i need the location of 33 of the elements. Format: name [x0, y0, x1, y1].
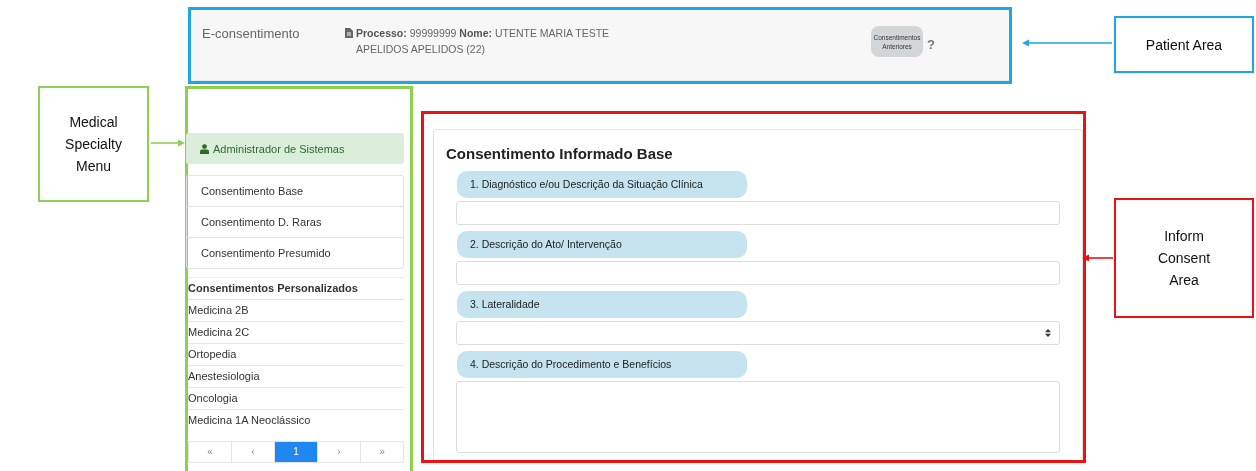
menu-item[interactable]: Consentimento D. Raras: [187, 206, 403, 237]
field-label: 2. Descrição do Ato/ Intervenção: [457, 231, 747, 258]
menu-item[interactable]: Oncologia: [188, 388, 404, 410]
menu-item[interactable]: Ortopedia: [188, 344, 404, 366]
sort-arrows-icon: [1045, 329, 1051, 337]
menu-item[interactable]: Medicina 1A Neoclássico: [188, 410, 404, 431]
text-field[interactable]: [456, 201, 1060, 225]
form-title: Consentimento Informado Base: [446, 145, 674, 162]
document-icon: [345, 28, 353, 38]
patient-info: Processo: 99999999 Nome: UTENTE MARIA TESTE APELIDOS APELIDOS (22): [356, 26, 611, 57]
section-heading: Consentimentos Personalizados: [188, 277, 404, 300]
field-label: 4. Descrição do Procedimento e Benefícios: [457, 351, 747, 378]
menu-item[interactable]: Consentimento Presumido: [187, 237, 403, 268]
callout-label: Inform Consent Area: [1156, 227, 1212, 290]
app-title: E-consentimento: [202, 26, 301, 41]
select-field[interactable]: [456, 321, 1060, 345]
role-label: Administrador de Sistemas: [213, 142, 345, 155]
text-area[interactable]: [456, 381, 1060, 453]
page-button[interactable]: ›: [317, 442, 360, 462]
help-link[interactable]: ?: [927, 37, 935, 52]
field-label: 3. Lateralidade: [457, 291, 747, 318]
field-label: 1. Diagnóstico e/ou Descrição da Situação Clínica: [457, 171, 747, 198]
callout-label: Medical Specialty Menu: [64, 113, 123, 176]
page-button[interactable]: 1: [274, 442, 317, 462]
menu-item[interactable]: Consentimento Base: [187, 176, 403, 206]
menu-item[interactable]: Anestesiologia: [188, 366, 404, 388]
user-icon: [200, 143, 209, 154]
page-button[interactable]: »: [360, 442, 403, 462]
menu-item[interactable]: Medicina 2B: [188, 300, 404, 322]
callout-label: Patient Area: [1144, 35, 1224, 55]
menu-item[interactable]: Medicina 2C: [188, 322, 404, 344]
page-button[interactable]: «: [189, 442, 231, 462]
text-field[interactable]: [456, 261, 1060, 285]
